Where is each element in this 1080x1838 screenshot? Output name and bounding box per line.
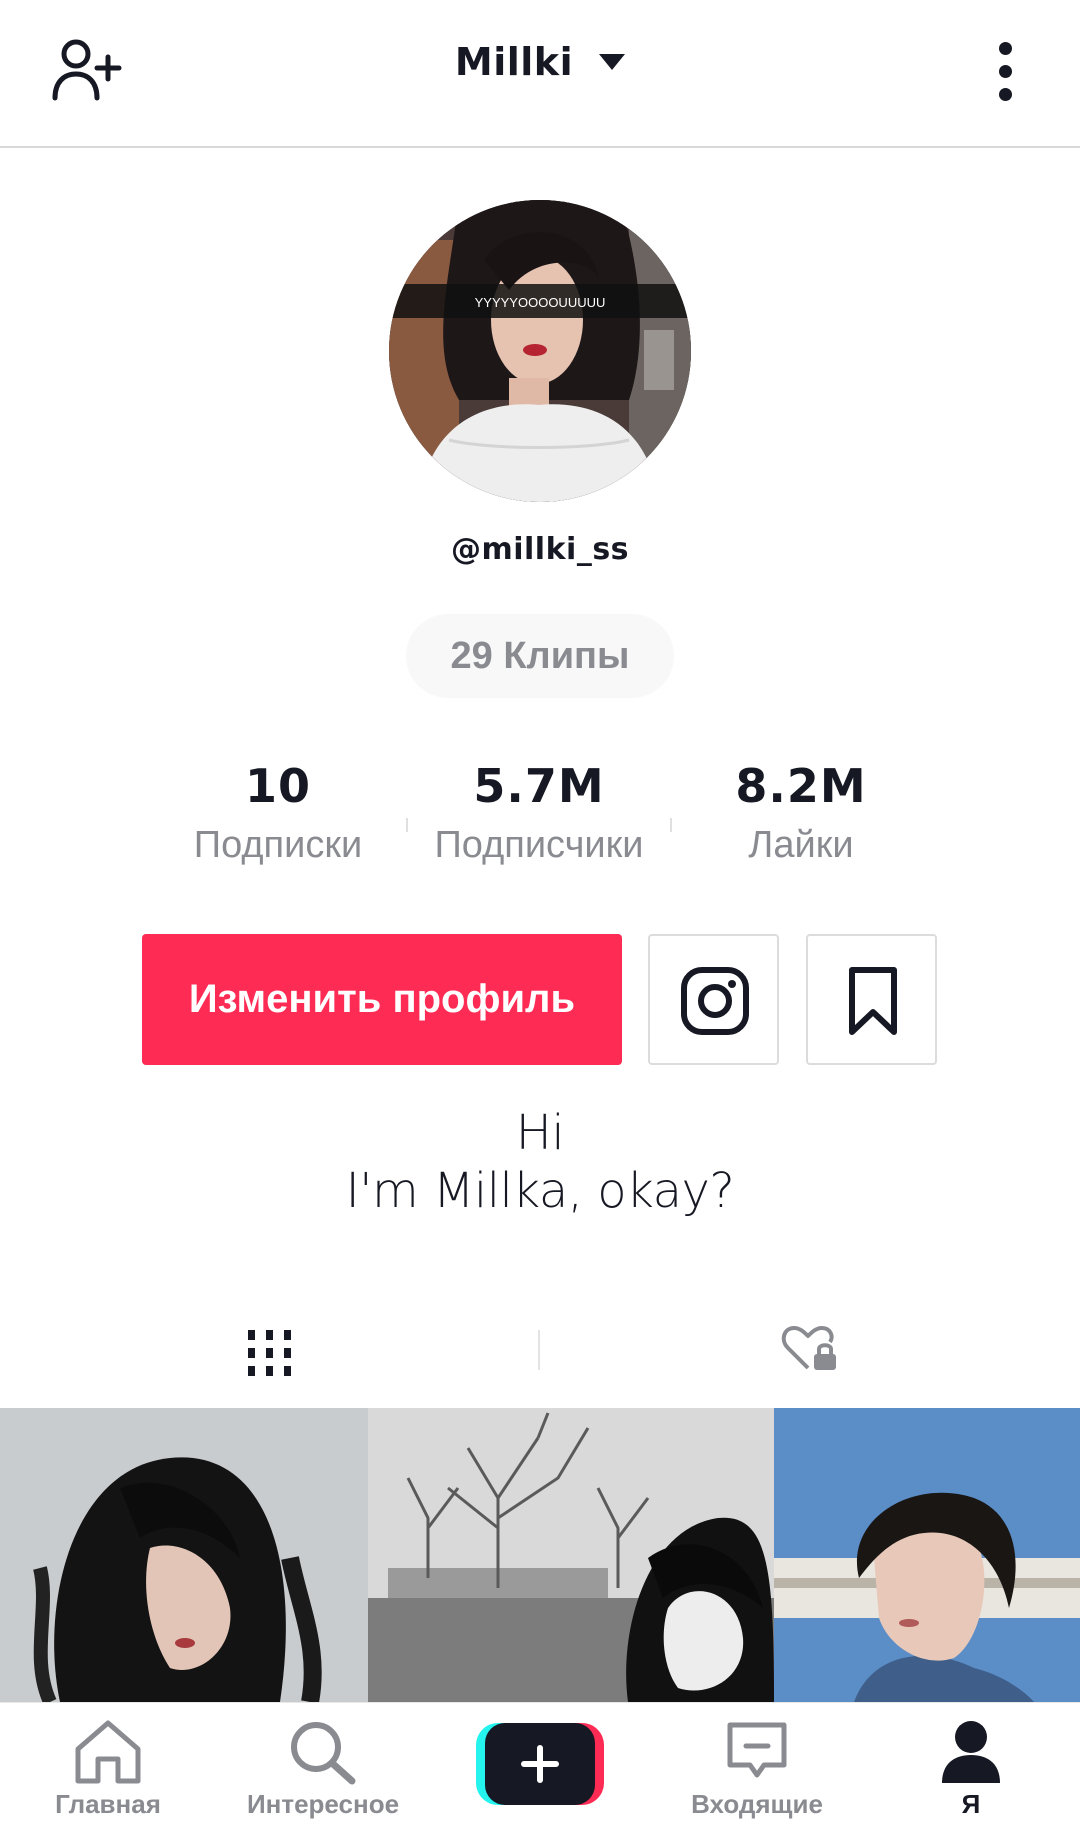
stat-followers-value: 5.7M — [473, 759, 605, 813]
bookmarks-button[interactable] — [806, 934, 937, 1065]
nav-discover[interactable]: Интересное — [240, 1703, 406, 1838]
username: @millki_ss — [450, 532, 630, 567]
dot-icon — [998, 42, 1012, 55]
profile-bio: Hi I'm Millka, okay? — [0, 1104, 1080, 1220]
clips-count-badge: 29 Клипы — [406, 614, 674, 698]
bio-line: Hi — [515, 1105, 565, 1161]
liked-private-icon — [781, 1326, 836, 1370]
profile-tabs — [0, 1310, 1080, 1406]
create-plus-icon — [485, 1723, 595, 1805]
dot-icon — [998, 88, 1012, 101]
inbox-icon — [727, 1722, 787, 1778]
video-thumbnail[interactable] — [0, 1408, 368, 1702]
stat-followers-label: Подписчики — [434, 824, 644, 866]
stat-followers[interactable]: 5.7M Подписчики — [419, 760, 659, 870]
video-thumbnail[interactable] — [774, 1408, 1080, 1702]
grid-icon — [248, 1330, 291, 1376]
profile-icon — [942, 1721, 1000, 1783]
stat-following[interactable]: 10 Подписки — [158, 760, 398, 870]
stat-likes-label: Лайки — [748, 824, 854, 866]
search-icon — [291, 1722, 356, 1785]
nav-profile-label: Я — [961, 1789, 981, 1819]
video-grid — [0, 1408, 1080, 1702]
home-icon — [75, 1720, 141, 1784]
profile-title: Millki — [454, 40, 574, 84]
dot-icon — [998, 65, 1012, 78]
nav-discover-label: Интересное — [246, 1789, 400, 1819]
avatar[interactable]: YYYYYOOOOUUUUU — [389, 200, 691, 502]
nav-inbox-label: Входящие — [691, 1789, 823, 1819]
stat-following-label: Подписки — [193, 824, 363, 866]
profile-header: Millki — [0, 0, 1080, 148]
more-options-button[interactable] — [990, 42, 1020, 104]
edit-profile-button[interactable]: Изменить профиль — [142, 934, 622, 1065]
stat-following-value: 10 — [244, 759, 311, 813]
video-thumbnail[interactable] — [368, 1408, 774, 1702]
nav-home[interactable]: Главная — [40, 1703, 176, 1838]
instagram-icon — [681, 967, 749, 1035]
nav-profile[interactable]: Я — [930, 1703, 1012, 1838]
stat-likes[interactable]: 8.2M Лайки — [681, 760, 921, 870]
account-switcher[interactable]: Millki — [0, 40, 1080, 84]
instagram-button[interactable] — [648, 934, 779, 1065]
bottom-navigation: Главная Интересное Входящие Я — [0, 1702, 1080, 1838]
nav-inbox[interactable]: Входящие — [684, 1703, 830, 1838]
create-button[interactable] — [476, 1723, 604, 1805]
tab-liked-private[interactable] — [540, 1310, 1080, 1406]
stat-divider — [406, 818, 408, 832]
nav-home-label: Главная — [55, 1789, 161, 1819]
avatar-caption: YYYYYOOOOUUUUU — [475, 295, 606, 310]
bookmark-icon — [849, 967, 897, 1035]
tab-videos[interactable] — [0, 1310, 540, 1406]
stat-likes-value: 8.2M — [735, 759, 867, 813]
caret-down-icon — [599, 54, 626, 70]
bio-line: I'm Millka, okay? — [345, 1163, 735, 1219]
stat-divider — [670, 818, 672, 832]
